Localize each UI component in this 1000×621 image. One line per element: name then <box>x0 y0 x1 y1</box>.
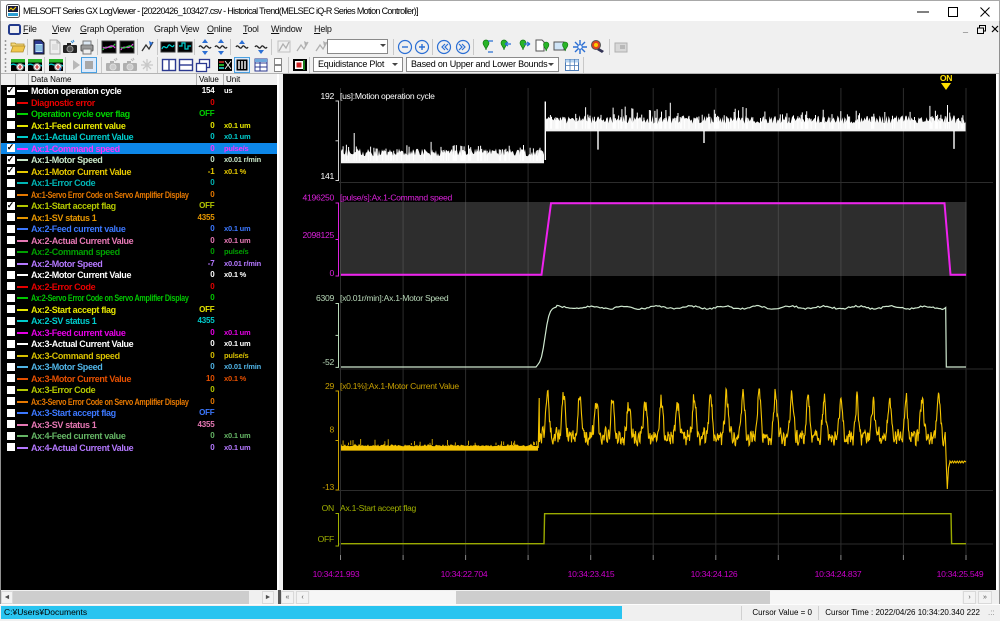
svg-text:OFF: OFF <box>318 534 334 544</box>
svg-text:[pulse/s]:Ax.1-Command speed: [pulse/s]:Ax.1-Command speed <box>340 193 453 203</box>
svg-text:2098125: 2098125 <box>303 230 335 240</box>
svg-text:[us]:Motion operation cycle: [us]:Motion operation cycle <box>340 91 435 101</box>
svg-text:-52: -52 <box>322 357 334 367</box>
svg-text:192: 192 <box>321 91 335 101</box>
svg-text:[x0.1%]:Ax.1-Motor Current Val: [x0.1%]:Ax.1-Motor Current Value <box>340 381 459 391</box>
svg-text:10:34:24.837: 10:34:24.837 <box>815 569 862 579</box>
svg-text:10:34:24.126: 10:34:24.126 <box>691 569 738 579</box>
svg-text:141: 141 <box>321 171 335 181</box>
svg-text:ON: ON <box>940 74 952 83</box>
svg-text:8: 8 <box>330 425 335 435</box>
svg-text:ON: ON <box>322 503 334 513</box>
svg-text:[x0.01r/min]:Ax.1-Motor Speed: [x0.01r/min]:Ax.1-Motor Speed <box>340 293 449 303</box>
svg-text:10:34:22.704: 10:34:22.704 <box>441 569 488 579</box>
svg-text:4196250: 4196250 <box>303 193 335 203</box>
svg-text:6309: 6309 <box>316 293 334 303</box>
svg-text:10:34:25.549: 10:34:25.549 <box>937 569 984 579</box>
svg-text:10:34:21.993: 10:34:21.993 <box>313 569 360 579</box>
svg-text:-13: -13 <box>322 482 334 492</box>
svg-text:29: 29 <box>325 381 334 391</box>
svg-text:Ax.1-Start accept flag: Ax.1-Start accept flag <box>340 503 416 513</box>
svg-text:10:34:23.415: 10:34:23.415 <box>568 569 615 579</box>
svg-text:0: 0 <box>330 268 335 278</box>
